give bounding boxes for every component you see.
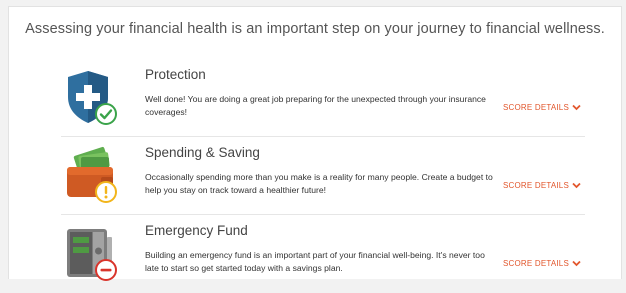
score-details-link[interactable]: SCORE DETAILS xyxy=(503,259,581,268)
row-description: Occasionally spending more than you make… xyxy=(145,172,493,195)
check-circle-icon xyxy=(95,103,117,130)
row-title: Emergency Fund xyxy=(145,223,248,238)
safe-icon xyxy=(61,223,121,283)
category-row-emergency-fund: Emergency Fund Building an emergency fun… xyxy=(61,215,585,293)
score-details-link[interactable]: SCORE DETAILS xyxy=(503,103,581,112)
category-row-protection: Protection Well done! You are doing a gr… xyxy=(61,59,585,137)
chevron-down-icon xyxy=(572,260,581,267)
category-row-spending-saving: Spending & Saving Occasionally spending … xyxy=(61,137,585,215)
financial-health-card: Assessing your financial health is an im… xyxy=(8,6,622,281)
warning-circle-icon xyxy=(95,181,117,208)
score-details-link[interactable]: SCORE DETAILS xyxy=(503,181,581,190)
score-details-label: SCORE DETAILS xyxy=(502,181,569,190)
shield-plus-icon xyxy=(61,67,121,127)
score-details-label: SCORE DETAILS xyxy=(502,259,569,268)
chevron-down-icon xyxy=(572,182,581,189)
wallet-cash-icon xyxy=(61,145,121,205)
row-description: Building an emergency fund is an importa… xyxy=(145,250,485,273)
row-title: Spending & Saving xyxy=(145,145,260,160)
minus-circle-icon xyxy=(95,259,117,286)
chevron-down-icon xyxy=(572,104,581,111)
page-headline: Assessing your financial health is an im… xyxy=(25,21,605,37)
row-title: Protection xyxy=(145,67,206,82)
score-details-label: SCORE DETAILS xyxy=(502,103,569,112)
row-description: Well done! You are doing a great job pre… xyxy=(145,94,486,117)
